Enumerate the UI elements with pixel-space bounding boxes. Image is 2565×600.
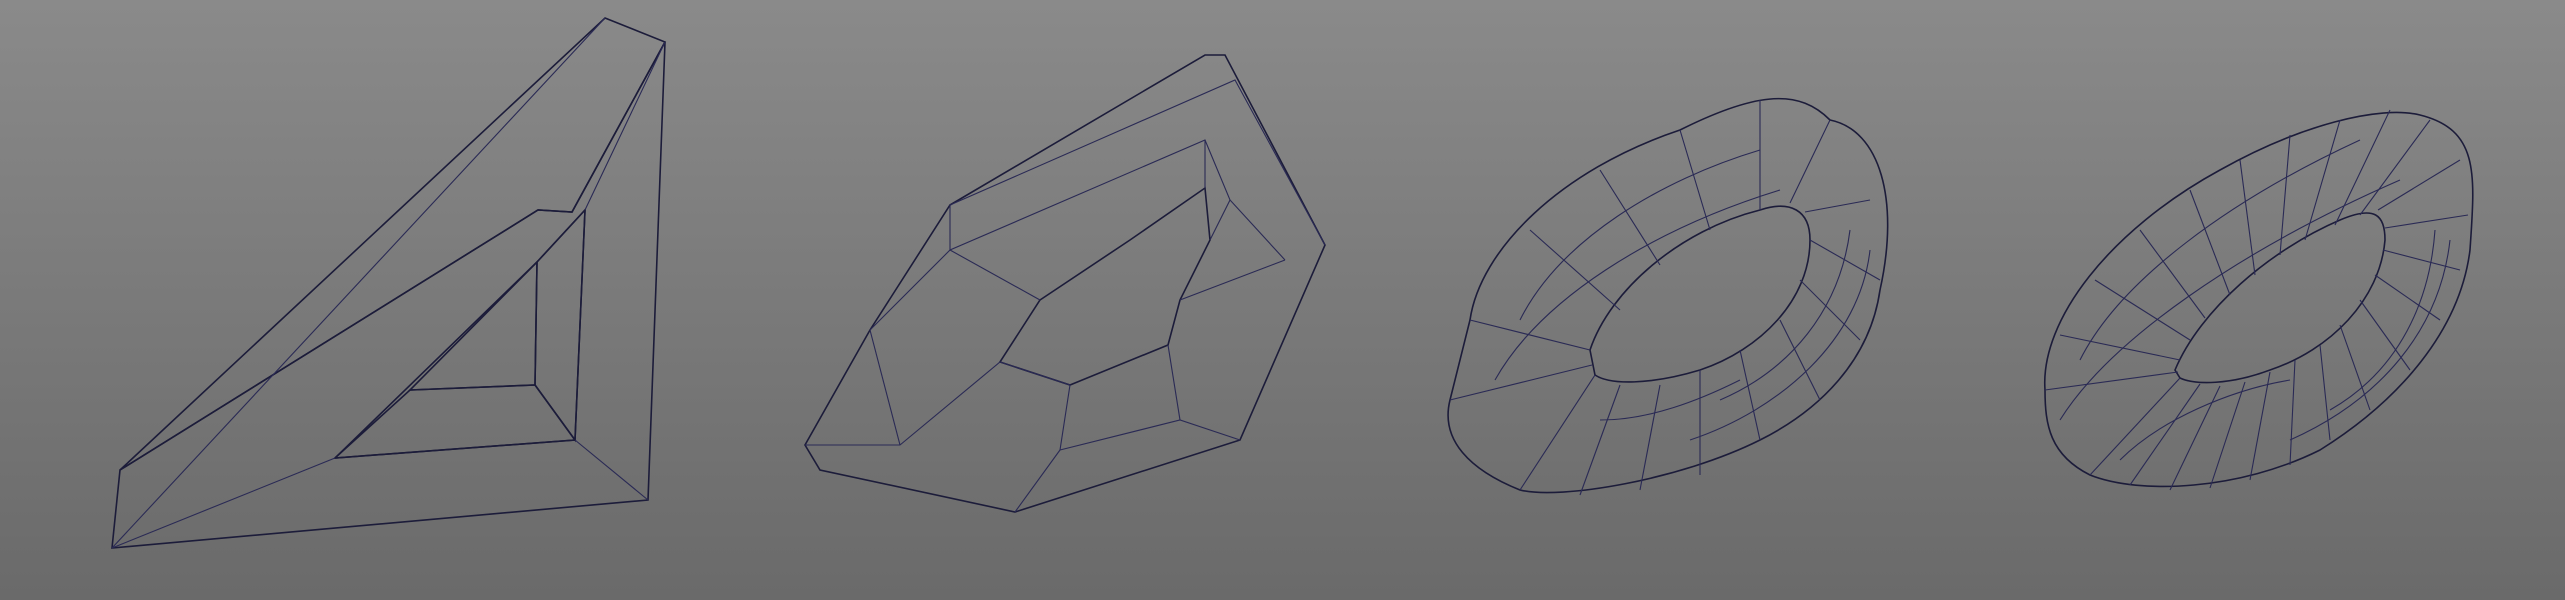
3d-viewport (0, 0, 2565, 600)
scene-canvas (111, 17, 2474, 549)
torus-subdiv-1-model (804, 54, 1326, 513)
torus-subdiv-2-model (1447, 97, 1889, 496)
torus-subdiv-3-model (2044, 109, 2474, 491)
triangular-frame-model (111, 17, 667, 549)
